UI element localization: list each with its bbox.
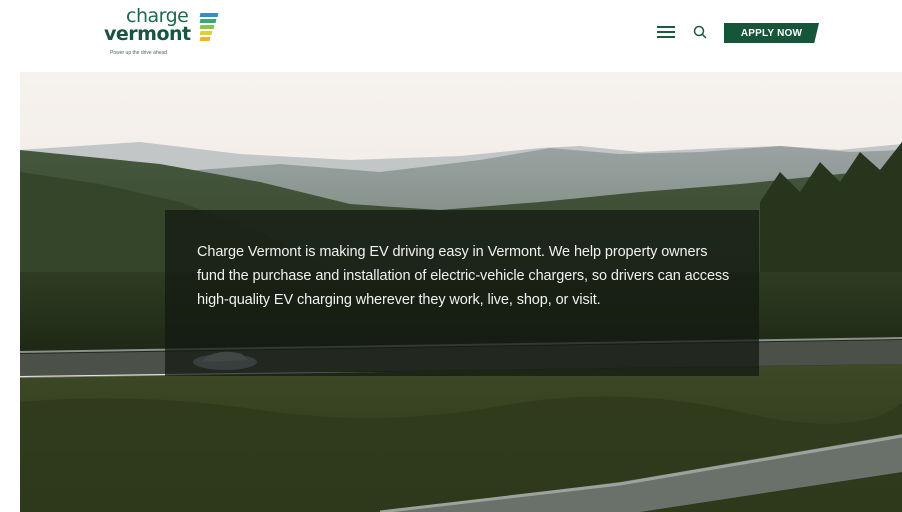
hero-section: Charge Vermont is making EV driving easy… bbox=[20, 72, 902, 512]
hero-text-overlay: Charge Vermont is making EV driving easy… bbox=[165, 210, 759, 376]
logo-charge-bars-icon bbox=[199, 13, 219, 47]
search-icon[interactable] bbox=[692, 24, 708, 40]
charge-vermont-logo[interactable]: charge vermont Power up the drive ahead bbox=[104, 6, 224, 62]
hero-description: Charge Vermont is making EV driving easy… bbox=[197, 244, 730, 308]
logo-word-vermont: vermont bbox=[104, 23, 191, 45]
hamburger-menu-icon[interactable] bbox=[657, 26, 675, 40]
site-header: charge vermont Power up the drive ahead … bbox=[0, 0, 902, 72]
logo-tagline: Power up the drive ahead bbox=[110, 50, 167, 56]
apply-now-button[interactable]: APPLY NOW bbox=[724, 23, 819, 43]
